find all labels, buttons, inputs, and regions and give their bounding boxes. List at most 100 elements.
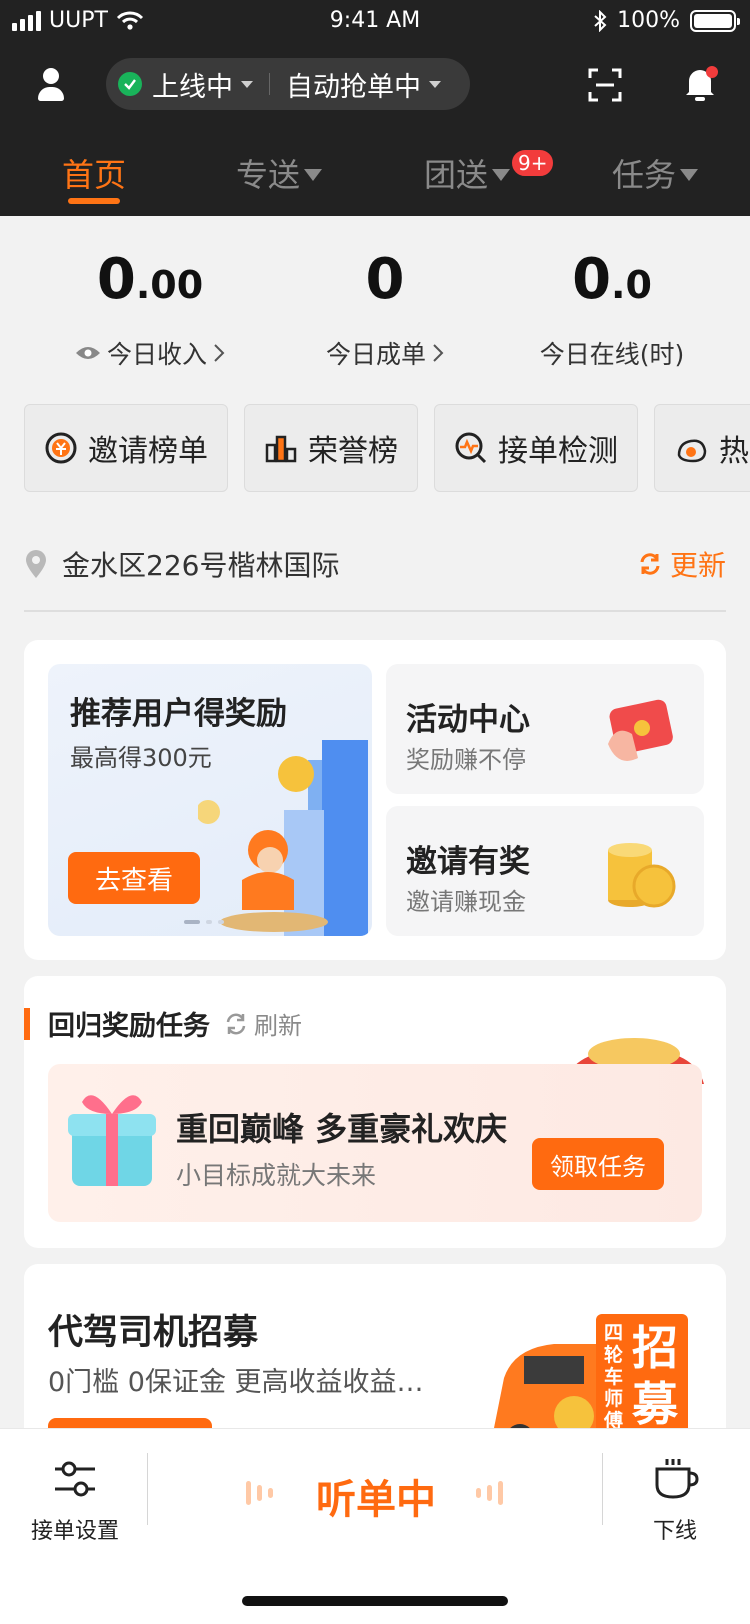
order-check-button[interactable]: 接单检测	[434, 404, 638, 492]
tab-home[interactable]: 首页	[62, 150, 126, 196]
chevron-right-icon	[214, 344, 225, 362]
sliders-icon	[55, 1461, 95, 1497]
bar-chart-icon	[265, 435, 297, 463]
bell-icon[interactable]	[680, 64, 720, 104]
update-location-button[interactable]: 更新	[638, 544, 726, 584]
view-button[interactable]: 去查看	[68, 852, 200, 904]
return-task-banner[interactable]: 重回巅峰 多重豪礼欢庆 小目标成就大未来 领取任务	[48, 1064, 702, 1222]
recruit-subtitle: 0门槛 0保证金 更高收益收益…	[48, 1367, 424, 1398]
refresh-button[interactable]: 刷新	[224, 1006, 302, 1041]
filter-icon	[680, 169, 699, 181]
battery-icon	[690, 9, 740, 32]
tab-badge: 9+	[510, 148, 556, 178]
stat-dec: .00	[135, 263, 204, 307]
stat-value: 0.00	[30, 250, 270, 315]
section-accent-bar	[24, 1007, 30, 1040]
stat-online-hours: 0.0 今日在线(时)	[492, 250, 732, 371]
tab-tasks[interactable]: 任务	[612, 150, 699, 196]
banner-subtitle: 最高得300元	[70, 744, 212, 772]
stat-int: 0	[365, 247, 405, 312]
stat-label: 今日在线(时)	[539, 340, 685, 369]
tab-dedicated[interactable]: 专送	[236, 150, 323, 196]
order-settings-button[interactable]: 接单设置	[20, 1457, 130, 1545]
battery-percent: 100%	[617, 8, 680, 33]
promo-card: 推荐用户得奖励 最高得300元 去查看 活动中心 奖励赚不停 邀请有奖 邀请赚现…	[24, 640, 726, 960]
stat-orders[interactable]: 0 今日成单	[265, 250, 505, 371]
sound-wave-left-icon	[246, 1481, 273, 1505]
location-pin-icon	[26, 550, 46, 578]
card-subtitle: 奖励赚不停	[406, 746, 526, 774]
coffee-cup-icon	[655, 1459, 699, 1499]
current-address: 金水区226号楷林国际	[62, 549, 340, 582]
task-subtitle: 小目标成就大未来	[176, 1161, 377, 1190]
online-status-dropdown[interactable]: 上线中	[152, 65, 253, 104]
top-header: UUPT 9:41 AM 100% 上线中 自动抢单中 首页 专送 团送 任务 …	[0, 0, 750, 216]
offline-label: 下线	[652, 1519, 697, 1544]
check-icon	[118, 72, 142, 96]
card-title: 活动中心	[406, 702, 530, 738]
bottom-bar: 接单设置 听单中 下线	[0, 1428, 750, 1624]
tab-label: 任务	[612, 156, 677, 194]
refresh-icon	[226, 1013, 246, 1034]
stat-income[interactable]: 0.00 今日收入	[30, 250, 270, 371]
hot-button[interactable]: 热	[654, 404, 750, 492]
stat-dec: .0	[611, 263, 652, 307]
listening-status[interactable]: 听单中	[316, 1467, 436, 1525]
section-title: 回归奖励任务	[48, 1011, 210, 1042]
stat-label: 今日收入	[106, 340, 207, 369]
scan-icon[interactable]	[588, 68, 622, 102]
stat-int: 0	[96, 247, 136, 312]
button-label: 荣誉榜	[308, 434, 398, 469]
home-indicator	[242, 1596, 508, 1606]
banner-title: 推荐用户得奖励	[70, 696, 287, 732]
bluetooth-icon	[594, 9, 607, 32]
card-title: 邀请有奖	[406, 844, 530, 880]
coin-yen-icon	[45, 432, 77, 464]
task-title: 重回巅峰 多重豪礼欢庆	[176, 1110, 508, 1148]
coin-stack-icon	[608, 843, 676, 908]
referral-banner[interactable]: 推荐用户得奖励 最高得300元 去查看	[48, 664, 372, 936]
stat-label: 今日成单	[325, 340, 426, 369]
update-label: 更新	[669, 549, 726, 582]
active-tab-indicator	[68, 198, 120, 204]
settings-label: 接单设置	[30, 1519, 119, 1544]
hot-icon	[677, 439, 707, 463]
location-bar: 金水区226号楷林国际 更新	[24, 544, 726, 584]
claim-task-button[interactable]: 领取任务	[532, 1138, 664, 1190]
stat-int: 0	[572, 247, 612, 312]
stat-value: 0	[265, 250, 505, 315]
tab-label: 专送	[236, 156, 301, 194]
refresh-icon	[640, 553, 660, 575]
chevron-down-icon	[429, 80, 441, 88]
stat-value: 0.0	[492, 250, 732, 315]
tab-group[interactable]: 团送	[424, 150, 511, 196]
online-status-pill: 上线中 自动抢单中	[106, 58, 470, 110]
auto-grab-label: 自动抢单中	[286, 71, 421, 103]
divider	[269, 73, 270, 95]
activity-center-card[interactable]: 活动中心 奖励赚不停	[386, 664, 704, 794]
go-offline-button[interactable]: 下线	[620, 1457, 730, 1545]
red-envelope-icon	[608, 699, 673, 761]
refresh-label: 刷新	[254, 1012, 302, 1040]
button-label: 热	[719, 434, 749, 469]
card-subtitle: 邀请赚现金	[406, 888, 526, 916]
online-status-label: 上线中	[152, 71, 233, 103]
status-bar: UUPT 9:41 AM 100%	[0, 0, 750, 44]
user-icon[interactable]	[34, 68, 68, 104]
invite-ranking-button[interactable]: 邀请榜单	[24, 404, 228, 492]
chevron-right-icon	[433, 344, 444, 362]
invite-reward-card[interactable]: 邀请有奖 邀请赚现金	[386, 806, 704, 936]
button-label: 邀请榜单	[88, 434, 208, 469]
button-label: 接单检测	[498, 434, 618, 469]
sound-wave-right-icon	[476, 1481, 503, 1505]
divider	[24, 610, 726, 612]
tab-label: 首页	[62, 156, 127, 194]
filter-icon	[304, 169, 323, 181]
divider	[147, 1453, 148, 1525]
return-task-card: 回归奖励任务 刷新 重回巅峰 多重豪礼欢庆 小目标成就大未来 领取任务	[24, 976, 726, 1248]
eye-icon[interactable]	[75, 345, 101, 361]
gift-box-icon	[68, 1095, 156, 1186]
auto-grab-dropdown[interactable]: 自动抢单中	[286, 65, 441, 104]
honor-ranking-button[interactable]: 荣誉榜	[244, 404, 418, 492]
tab-label: 团送	[424, 156, 489, 194]
